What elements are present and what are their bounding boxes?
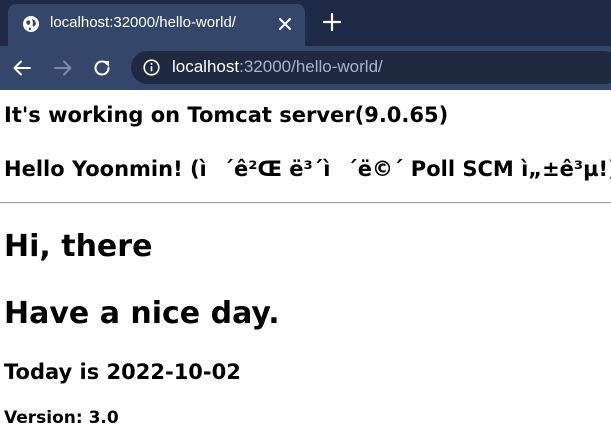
address-bar[interactable]: localhost:32000/hello-world/ <box>131 51 611 84</box>
globe-icon <box>23 16 39 32</box>
version-text: Version: 3.0 <box>4 408 119 428</box>
tab-strip: localhost:32000/hello-world/ <box>0 0 611 46</box>
info-icon[interactable] <box>143 59 160 76</box>
tab-title: localhost:32000/hello-world/ <box>50 14 236 31</box>
hi-there-heading: Hi, there <box>4 229 153 264</box>
browser-tab[interactable]: localhost:32000/hello-world/ <box>8 4 305 46</box>
arrow-right-icon[interactable] <box>52 57 74 79</box>
server-status-heading: It's working on Tomcat server(9.0.65) <box>4 103 449 127</box>
horizontal-rule <box>0 202 611 204</box>
close-icon[interactable] <box>275 14 295 34</box>
page-content: It's working on Tomcat server(9.0.65) He… <box>0 90 611 433</box>
greeting-heading: Hello Yoonmin! (ì ´ê²Œ ë³´ì ´ë©´ Poll SC… <box>4 157 611 181</box>
url-text[interactable]: localhost:32000/hello-world/ <box>172 57 383 77</box>
arrow-left-icon[interactable] <box>11 57 33 79</box>
nice-day-heading: Have a nice day. <box>4 296 280 331</box>
new-tab-plus-icon[interactable] <box>322 12 342 32</box>
url-path: :32000/hello-world/ <box>239 57 383 76</box>
reload-icon[interactable] <box>91 57 113 79</box>
today-date-heading: Today is 2022-10-02 <box>4 360 241 384</box>
browser-toolbar: localhost:32000/hello-world/ <box>0 46 611 90</box>
url-host: localhost <box>172 57 240 76</box>
